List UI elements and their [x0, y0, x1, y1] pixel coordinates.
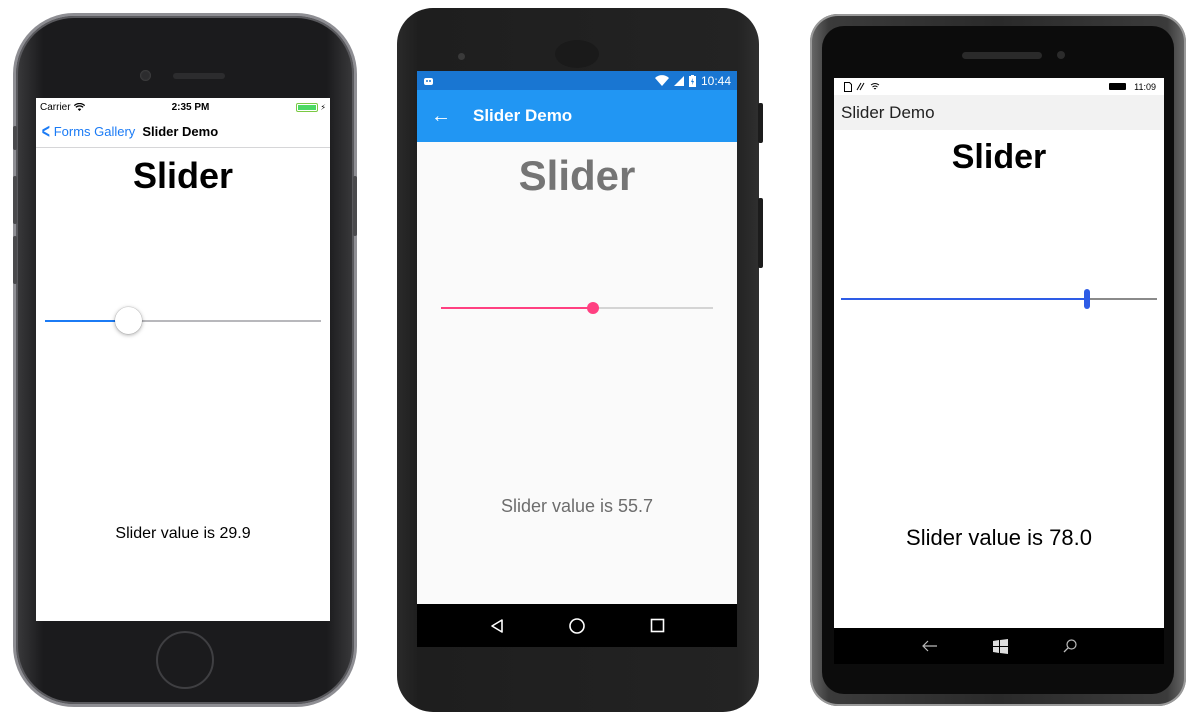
ios-status-bar: Carrier 2:35 PM ⚡ [36, 98, 330, 116]
carrier-label: Carrier [40, 101, 71, 113]
page-title: Slider Demo [834, 95, 1164, 130]
power-button [758, 103, 763, 143]
chevron-left-icon: < [41, 120, 50, 143]
battery-icon [1109, 83, 1127, 90]
windows-status-bar: 11:09 [834, 78, 1164, 95]
slider-fill [441, 307, 593, 309]
slider-heading: Slider [518, 152, 636, 199]
front-camera [458, 53, 465, 60]
volume-up-button [13, 176, 17, 224]
volume-button [758, 198, 763, 268]
windows-navigation-bar [834, 628, 1164, 664]
wifi-icon [73, 103, 85, 111]
earpiece-speaker [173, 73, 225, 79]
battery-icon [688, 74, 696, 87]
slider-heading: Slider [951, 138, 1047, 176]
android-toolbar: ← Slider Demo [417, 90, 737, 142]
android-notification-icon [423, 76, 434, 86]
charging-icon: ⚡ [320, 102, 326, 112]
power-button [353, 176, 357, 236]
slider-track[interactable] [441, 302, 713, 314]
signal-icon [856, 82, 866, 91]
recents-icon[interactable] [650, 618, 665, 633]
iphone-device: Carrier 2:35 PM ⚡ < Forms Gallery Slider… [13, 16, 357, 704]
volume-down-button [13, 236, 17, 284]
android-status-bar: 10:44 [417, 71, 737, 90]
status-time: 2:35 PM [171, 101, 210, 113]
cell-signal-icon [673, 75, 684, 86]
slider-heading: Slider [132, 155, 234, 196]
windows-phone-device: 11:09 Slider Demo Slider Slider value is… [810, 14, 1186, 706]
android-device: 10:44 ← Slider Demo Slider Slider value … [397, 8, 763, 712]
back-icon[interactable] [921, 640, 938, 652]
arrow-back-icon[interactable]: ← [431, 105, 451, 128]
ios-screen: Carrier 2:35 PM ⚡ < Forms Gallery Slider… [36, 98, 330, 621]
slider-thumb[interactable] [1084, 289, 1091, 309]
slider-thumb[interactable] [586, 302, 599, 314]
windows-screen: 11:09 Slider Demo Slider Slider value is… [834, 78, 1164, 628]
mute-switch [13, 126, 17, 150]
slider-track[interactable] [45, 307, 321, 334]
slider-value-label: Slider value is 29.9 [115, 525, 251, 542]
back-icon[interactable] [489, 618, 505, 634]
status-time: 10:44 [700, 73, 731, 88]
slider-value-label: Slider value is 78.0 [906, 525, 1092, 550]
slider-track[interactable] [841, 289, 1157, 309]
wifi-icon [870, 82, 880, 91]
android-navigation-bar [417, 604, 737, 647]
search-icon[interactable] [1063, 639, 1077, 653]
page-title: Slider Demo [142, 124, 219, 139]
home-button[interactable] [156, 631, 214, 689]
status-time: 11:09 [1134, 81, 1156, 92]
ios-navigation-bar: < Forms Gallery Slider Demo [36, 116, 330, 148]
front-camera [1057, 51, 1065, 59]
wifi-icon [654, 75, 669, 86]
earpiece-speaker [555, 40, 599, 68]
sim-icon [844, 81, 852, 92]
earpiece-speaker [962, 52, 1042, 59]
slider-value-label: Slider value is 55.7 [500, 496, 654, 516]
page-title: Slider Demo [473, 106, 573, 125]
android-screen: 10:44 ← Slider Demo Slider Slider value … [417, 71, 737, 647]
slider-thumb[interactable] [114, 307, 142, 334]
home-icon[interactable] [568, 617, 586, 635]
back-button[interactable]: < Forms Gallery [40, 120, 136, 143]
windows-start-icon[interactable] [992, 638, 1008, 654]
front-camera [140, 70, 151, 81]
battery-icon [296, 102, 319, 112]
back-button-label: Forms Gallery [53, 124, 136, 139]
slider-fill [841, 298, 1088, 300]
